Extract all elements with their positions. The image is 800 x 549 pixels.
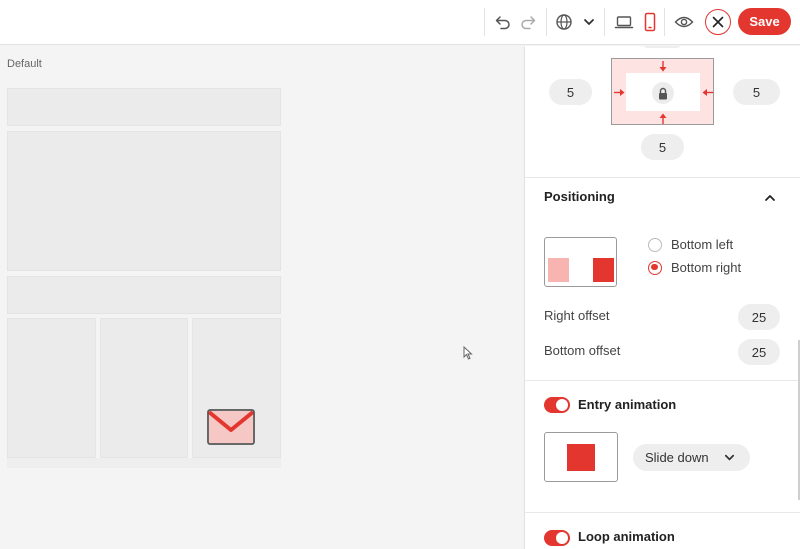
entry-animation-preview <box>544 432 618 482</box>
preview-eye-icon[interactable] <box>672 10 696 34</box>
breakpoint-label: Default <box>7 58 42 70</box>
placeholder-block <box>7 88 281 126</box>
placeholder-block <box>7 276 281 314</box>
close-icon <box>712 16 724 28</box>
mobile-view-icon[interactable] <box>638 10 662 34</box>
position-bottom-right-swatch <box>593 258 614 282</box>
mail-icon[interactable] <box>206 408 256 446</box>
toolbar-divider <box>484 8 485 36</box>
section-divider <box>525 512 800 513</box>
lock-icon[interactable] <box>652 82 674 104</box>
redo-icon[interactable] <box>516 10 540 34</box>
bottom-offset-label: Bottom offset <box>544 343 621 358</box>
globe-icon[interactable] <box>552 10 576 34</box>
settings-panel: 5 5 5 Positioning Bottom left Bottom rig… <box>524 46 800 549</box>
toolbar-divider <box>604 8 605 36</box>
entry-animation-select[interactable]: Slide down <box>633 444 750 471</box>
placeholder-block <box>7 318 96 458</box>
spacing-left-input[interactable]: 5 <box>549 79 592 105</box>
editor-canvas: Default <box>0 46 524 549</box>
toolbar-divider <box>664 8 665 36</box>
top-toolbar: Save <box>0 0 800 45</box>
bottom-offset-input[interactable]: 25 <box>738 339 780 365</box>
mouse-cursor-icon <box>463 345 473 365</box>
radio-bottom-right[interactable]: Bottom right <box>648 260 741 275</box>
spacing-bottom-input[interactable]: 5 <box>641 134 684 160</box>
right-offset-label: Right offset <box>544 308 610 323</box>
animation-preview-square <box>567 444 595 471</box>
placeholder-block <box>7 458 281 468</box>
close-button[interactable] <box>705 9 731 35</box>
entry-animation-toggle[interactable] <box>544 397 570 413</box>
radio-selected-icon <box>648 260 662 275</box>
section-divider <box>525 380 800 381</box>
chevron-up-icon[interactable] <box>763 191 777 210</box>
position-bottom-left-swatch <box>548 258 569 282</box>
radio-label: Bottom left <box>671 237 734 252</box>
desktop-view-icon[interactable] <box>612 10 636 34</box>
radio-bottom-left[interactable]: Bottom left <box>648 237 733 252</box>
entry-animation-title: Entry animation <box>578 397 677 412</box>
chevron-down-icon <box>723 451 736 467</box>
radio-label: Bottom right <box>671 260 742 275</box>
toolbar-divider <box>546 8 547 36</box>
placeholder-block <box>100 318 188 458</box>
right-offset-input[interactable]: 25 <box>738 304 780 330</box>
spacing-box <box>611 58 714 125</box>
section-divider <box>525 177 800 178</box>
positioning-title: Positioning <box>544 189 615 204</box>
loop-animation-title: Loop animation <box>578 529 675 544</box>
save-button[interactable]: Save <box>738 8 791 35</box>
placeholder-block <box>7 131 281 271</box>
undo-icon[interactable] <box>491 10 515 34</box>
entry-animation-value: Slide down <box>645 450 709 465</box>
chevron-down-icon[interactable] <box>577 10 601 34</box>
loop-animation-toggle[interactable] <box>544 530 570 546</box>
radio-icon <box>648 237 662 252</box>
spacing-box-inner <box>626 73 700 111</box>
spacing-right-input[interactable]: 5 <box>733 79 780 105</box>
spacing-top-partial <box>641 46 683 48</box>
position-preview <box>544 237 617 287</box>
